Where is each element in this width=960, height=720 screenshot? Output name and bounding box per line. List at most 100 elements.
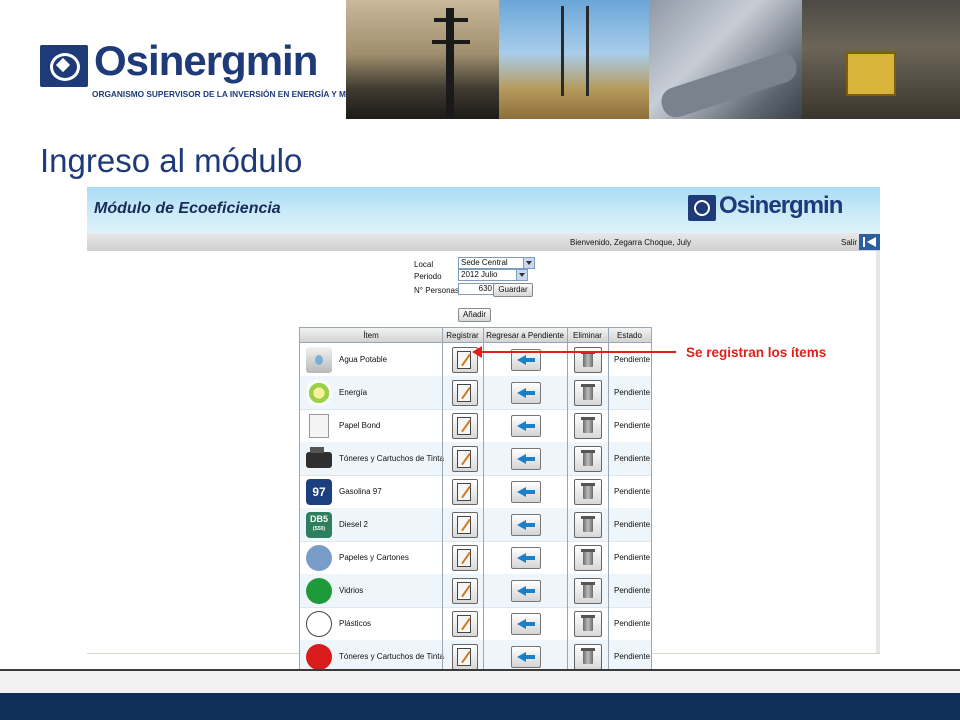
gasoline-icon: 97 [306,479,332,505]
photo-pipeline-welding [649,0,802,121]
back-to-pending-button[interactable] [511,448,541,470]
back-to-pending-button[interactable] [511,646,541,668]
personas-input[interactable]: 630 [458,283,495,295]
table-row: Papeles y Cartones Pendiente [300,541,651,575]
app-logo-emblem-icon [688,195,716,221]
slide-title: Ingreso al módulo [40,142,303,179]
delete-button[interactable] [574,611,602,637]
logo-wordmark: Osinergmin [94,37,318,84]
delete-button[interactable] [574,578,602,604]
delete-button[interactable] [574,479,602,505]
item-name: Tóneres y Cartuchos de Tinta [339,454,444,463]
status-text: Pendiente [614,586,651,595]
periodo-label: Periodo [414,272,442,281]
back-to-pending-button[interactable] [511,613,541,635]
column-divider [567,328,568,669]
column-divider [483,328,484,669]
back-to-pending-button[interactable] [511,514,541,536]
item-name: Plásticos [339,619,372,628]
footer-blue-band [0,693,960,720]
status-text: Pendiente [614,619,651,628]
status-text: Pendiente [614,388,651,397]
local-select-value: Sede Central [461,258,508,267]
photo-drilling-rig [499,0,649,119]
col-eliminar: Eliminar [573,331,602,340]
back-to-pending-button[interactable] [511,481,541,503]
toner-icon [306,447,332,468]
delete-button[interactable] [574,644,602,670]
register-button[interactable] [452,611,478,637]
status-text: Pendiente [614,553,651,562]
anadir-button[interactable]: Añadir [458,308,491,322]
delete-button[interactable] [574,446,602,472]
table-header: Ítem Registrar Regresar a Pendiente Elim… [300,328,651,343]
app-logo-wordmark: Osinergmin [719,192,843,219]
delete-button[interactable] [574,545,602,571]
energy-icon [306,380,332,406]
water-icon [306,347,332,373]
osinergmin-logo: Osinergmin ORGANISMO SUPERVISOR DE LA IN… [40,37,374,101]
register-button[interactable] [452,380,478,406]
user-bar: Bienvenido, Zegarra Choque, July Salir [87,233,880,251]
register-button[interactable] [452,446,478,472]
delete-button[interactable] [574,380,602,406]
item-name: Agua Potable [339,355,388,364]
annotation-arrow-line [480,351,676,353]
back-to-pending-button[interactable] [511,415,541,437]
column-divider [608,328,609,669]
col-regresar: Regresar a Pendiente [486,331,564,340]
item-name: Energía [339,388,368,397]
logo-subtitle: ORGANISMO SUPERVISOR DE LA INVERSIÓN EN … [92,89,374,99]
photo-mine-tunnel [802,0,960,119]
item-name: Papel Bond [339,421,381,430]
back-to-pending-button[interactable] [511,580,541,602]
register-button[interactable] [452,578,478,604]
back-to-pending-button[interactable] [511,382,541,404]
red-circle-icon [306,644,332,670]
welcome-text: Bienvenido, Zegarra Choque, July [570,238,691,247]
footer-gray-band [0,669,960,695]
local-select[interactable]: Sede Central [458,257,535,269]
periodo-select-value: 2012 Julio [461,270,498,279]
col-estado: Estado [617,331,642,340]
logout-link[interactable]: Salir [841,238,857,247]
app-header: Módulo de Ecoeficiencia Osinergmin [87,187,880,233]
item-name: Gasolina 97 [339,487,382,496]
register-button[interactable] [452,545,478,571]
table-row: Plásticos Pendiente [300,607,651,641]
register-button[interactable] [452,512,478,538]
table-row: Energía Pendiente [300,376,651,410]
table-row: Papel Bond Pendiente [300,409,651,443]
status-text: Pendiente [614,454,651,463]
header-photo-strip [346,0,960,121]
periodo-select[interactable]: 2012 Julio [458,269,528,281]
status-text: Pendiente [614,355,651,364]
col-registrar: Registrar [446,331,479,340]
osinergmin-emblem-icon [40,45,88,87]
diesel-badge-text: DB5 [309,514,328,524]
blue-circle-icon [306,545,332,571]
table-row: 97 Gasolina 97 Pendiente [300,475,651,509]
table-row: Tóneres y Cartuchos de Tinta Pendiente [300,442,651,476]
app-scrollbar[interactable] [876,251,880,653]
table-row: Vidrios Pendiente [300,574,651,608]
guardar-button[interactable]: Guardar [493,283,533,297]
chevron-down-icon[interactable] [516,270,527,280]
register-button[interactable] [452,479,478,505]
item-name: Vidrios [339,586,364,595]
col-item: Ítem [363,331,379,340]
diesel-badge-subtext: (S50) [312,526,326,532]
delete-button[interactable] [574,512,602,538]
item-name: Diesel 2 [339,520,368,529]
white-circle-icon [306,611,332,637]
back-to-pending-button[interactable] [511,547,541,569]
logout-icon[interactable] [859,234,880,250]
chevron-down-icon[interactable] [523,258,534,268]
paper-icon [304,411,329,438]
register-button[interactable] [452,413,478,439]
annotation-text: Se registran los ítems [686,345,827,360]
register-button[interactable] [452,644,478,670]
delete-button[interactable] [574,413,602,439]
annotation-arrowhead-icon [472,346,482,358]
status-text: Pendiente [614,487,651,496]
